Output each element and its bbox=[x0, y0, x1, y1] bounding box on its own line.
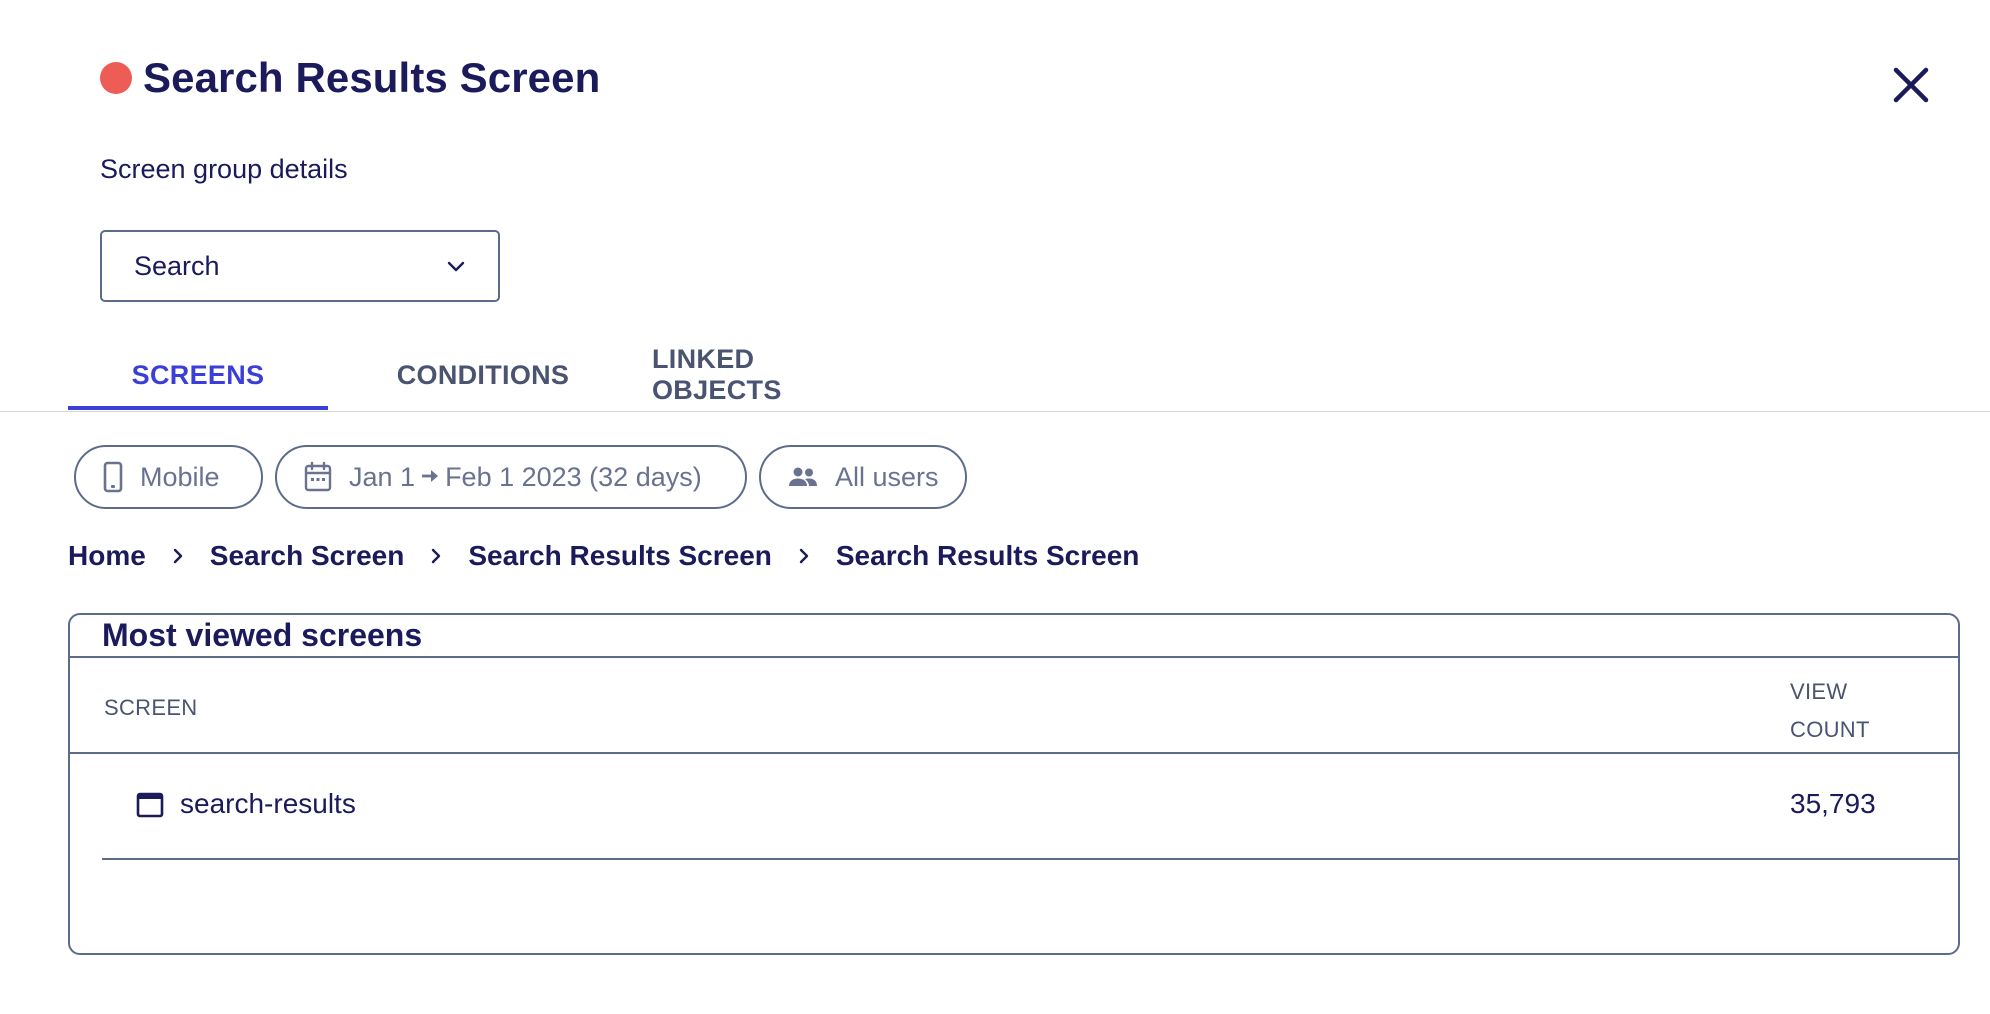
chevron-right-icon bbox=[772, 547, 836, 565]
screen-group-select[interactable]: Search bbox=[100, 230, 500, 302]
date-range-start: Jan 1 bbox=[349, 461, 416, 492]
close-button[interactable] bbox=[1888, 62, 1934, 108]
tab-conditions[interactable]: CONDITIONS bbox=[328, 340, 638, 410]
mobile-phone-icon bbox=[102, 461, 124, 493]
column-header-view-count[interactable]: VIEW COUNT bbox=[1790, 673, 1910, 749]
breadcrumb-item-current: Search Results Screen bbox=[835, 540, 1140, 571]
screen-name-cell: search-results bbox=[180, 788, 356, 819]
audience-filter-chip[interactable]: All users bbox=[759, 445, 967, 509]
table-row[interactable]: search-results 35,793 bbox=[102, 754, 1958, 858]
calendar-icon bbox=[303, 461, 333, 493]
chevron-right-icon bbox=[146, 547, 210, 565]
users-icon bbox=[787, 465, 819, 489]
tab-bar: SCREENS CONDITIONS LINKED OBJECTS bbox=[68, 340, 888, 410]
column-header-view-count-line2: COUNT bbox=[1790, 717, 1870, 742]
column-header-view-count-line1: VIEW bbox=[1790, 679, 1848, 704]
device-filter-label: Mobile bbox=[140, 461, 220, 492]
tabs-divider bbox=[0, 411, 1990, 412]
close-icon bbox=[1893, 67, 1929, 103]
breadcrumb-item-search-results-group[interactable]: Search Results Screen bbox=[468, 540, 772, 572]
table-row-divider bbox=[102, 858, 1958, 860]
chevron-right-icon bbox=[404, 547, 468, 565]
filter-chips: Mobile Jan 1 Feb 1 2023 (32 days) All us… bbox=[74, 445, 967, 509]
date-range-end: Feb 1 2023 (32 days) bbox=[445, 461, 702, 492]
breadcrumb-item-search-screen[interactable]: Search Screen bbox=[210, 540, 405, 572]
panel-header: Search Results Screen bbox=[100, 54, 600, 102]
page-title: Search Results Screen bbox=[143, 54, 601, 101]
section-subtitle: Screen group details bbox=[100, 154, 348, 184]
card-title-divider bbox=[70, 656, 1958, 658]
column-header-screen[interactable]: SCREEN bbox=[104, 695, 198, 721]
audience-filter-label: All users bbox=[835, 461, 939, 492]
screen-group-select-value: Search bbox=[134, 250, 220, 281]
breadcrumb: Home Search Screen Search Results Screen… bbox=[68, 540, 1139, 572]
most-viewed-screens-card: Most viewed screens SCREEN VIEW COUNT se… bbox=[68, 613, 1960, 955]
tab-screens[interactable]: SCREENS bbox=[68, 340, 328, 410]
status-indicator bbox=[100, 62, 132, 94]
chevron-down-icon bbox=[444, 254, 468, 278]
tab-linked-objects[interactable]: LINKED OBJECTS bbox=[638, 340, 888, 410]
device-filter-chip[interactable]: Mobile bbox=[74, 445, 263, 509]
window-icon bbox=[136, 792, 164, 818]
card-title: Most viewed screens bbox=[102, 617, 423, 653]
view-count-cell: 35,793 bbox=[1790, 788, 1876, 819]
arrow-right-icon bbox=[421, 464, 439, 490]
screen-group-panel: Search Results Screen Screen group detai… bbox=[0, 0, 1990, 1014]
date-range-filter-chip[interactable]: Jan 1 Feb 1 2023 (32 days) bbox=[275, 445, 747, 509]
breadcrumb-item-home[interactable]: Home bbox=[68, 540, 146, 572]
